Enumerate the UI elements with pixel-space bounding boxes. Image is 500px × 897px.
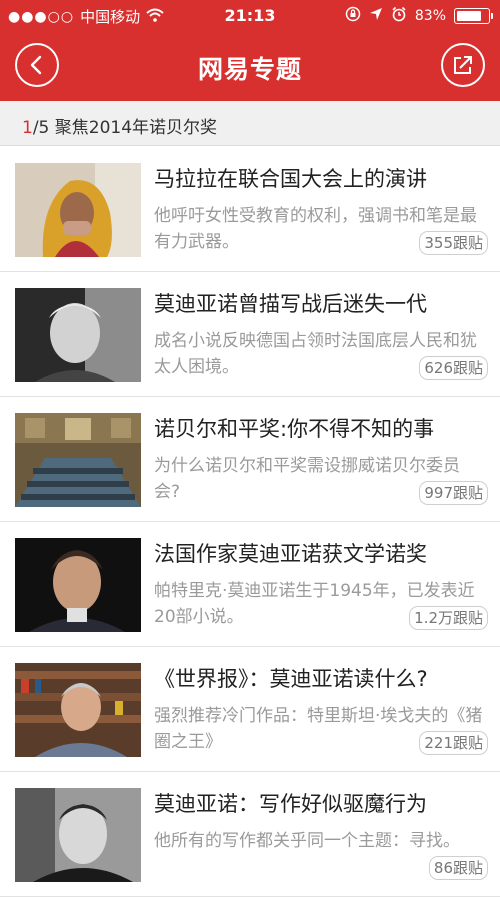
article-thumbnail — [15, 538, 141, 632]
comment-count-badge: 221跟贴 — [419, 731, 488, 755]
article-title: 《世界报》：莫迪亚诺读什么? — [154, 667, 428, 691]
article-title: 法国作家莫迪亚诺获文学诺奖 — [154, 542, 427, 566]
article-title: 莫迪亚诺曾描写战后迷失一代 — [154, 292, 427, 316]
page-title: 网易专题 — [197, 55, 302, 84]
alarm-icon — [391, 6, 407, 26]
location-icon — [369, 7, 383, 25]
list-item[interactable]: 《世界报》：莫迪亚诺读什么? 强烈推荐冷门作品：特里斯坦·埃戈夫的《猪圈之王》 … — [0, 647, 500, 772]
topic-pager: 1/5 聚焦2014年诺贝尔奖 — [0, 101, 500, 146]
article-thumbnail — [15, 288, 141, 382]
article-thumbnail — [15, 413, 141, 507]
battery-percent: 83% — [414, 8, 446, 24]
comment-count-badge: 355跟贴 — [419, 231, 488, 255]
comment-count-badge: 1.2万跟贴 — [409, 606, 488, 630]
article-title: 马拉拉在联合国大会上的演讲 — [154, 167, 427, 191]
article-thumbnail — [15, 663, 141, 757]
list-item[interactable]: 莫迪亚诺：写作好似驱魔行为 他所有的写作都关乎同一个主题：寻找。 86跟贴 — [0, 772, 500, 897]
article-title: 诺贝尔和平奖:你不得不知的事 — [154, 417, 435, 441]
list-item[interactable]: 诺贝尔和平奖:你不得不知的事 为什么诺贝尔和平奖需设挪威诺贝尔委员会? 997跟… — [0, 397, 500, 522]
list-item[interactable]: 法国作家莫迪亚诺获文学诺奖 帕特里克·莫迪亚诺生于1945年，已发表近20部小说… — [0, 522, 500, 647]
article-thumbnail — [15, 163, 141, 257]
topic-label: 聚焦2014年诺贝尔奖 — [54, 118, 218, 138]
article-thumbnail — [15, 788, 141, 882]
rotation-lock-icon — [345, 6, 361, 26]
article-title: 莫迪亚诺：写作好似驱魔行为 — [154, 792, 427, 816]
pager-total: /5 — [32, 118, 50, 138]
comment-count-badge: 626跟贴 — [419, 356, 488, 380]
comment-count-badge: 997跟贴 — [419, 481, 488, 505]
app-header: ●●●○○ 中国移动 21:13 83% 网易专题 — [0, 0, 500, 101]
comment-count-badge: 86跟贴 — [428, 856, 488, 880]
article-list: 马拉拉在联合国大会上的演讲 他呼吁女性受教育的权利，强调书和笔是最有力武器。 3… — [0, 147, 500, 897]
list-item[interactable]: 马拉拉在联合国大会上的演讲 他呼吁女性受教育的权利，强调书和笔是最有力武器。 3… — [0, 147, 500, 272]
list-item[interactable]: 莫迪亚诺曾描写战后迷失一代 成名小说反映德国占领时法国底层人民和犹太人困境。 6… — [0, 272, 500, 397]
status-bar: ●●●○○ 中国移动 21:13 83% — [0, 0, 500, 32]
pager-current: 1 — [22, 118, 33, 138]
battery-icon — [454, 8, 493, 24]
share-icon — [454, 56, 472, 74]
share-button[interactable] — [441, 43, 485, 87]
